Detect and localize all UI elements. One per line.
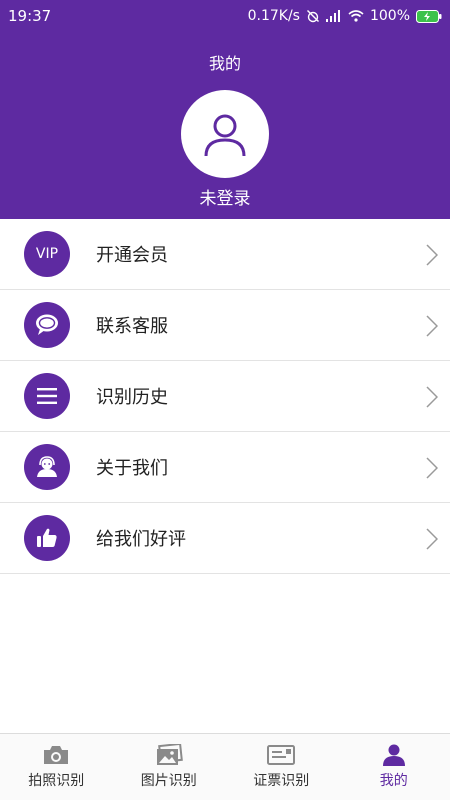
tab-label: 我的 (379, 773, 408, 789)
vip-icon-text: VIP (35, 246, 59, 262)
wifi-icon (348, 10, 364, 22)
chevron-right-icon (426, 528, 438, 550)
chevron-right-icon (426, 457, 438, 479)
status-indicators: 0.17K/s 100% (248, 8, 442, 24)
menu-item-label: 关于我们 (96, 458, 168, 479)
menu-item-label: 联系客服 (96, 316, 168, 337)
person-icon (382, 744, 405, 766)
chat-bubble-icon (24, 302, 70, 348)
chevron-right-icon (426, 244, 438, 266)
tab-image-recognition[interactable]: 图片识别 (113, 734, 226, 800)
menu-item-label: 开通会员 (96, 245, 168, 266)
profile-header: 19:37 0.17K/s 100% 我的 未登录 (0, 0, 450, 219)
support-agent-icon (24, 444, 70, 490)
menu-item-history[interactable]: 识别历史 (0, 361, 450, 432)
bottom-tab-bar: 拍照识别 图片识别 证票识别 我的 (0, 733, 450, 800)
avatar[interactable] (181, 90, 269, 178)
network-speed: 0.17K/s (247, 8, 300, 24)
login-status[interactable]: 未登录 (0, 184, 450, 209)
tab-label: 拍照识别 (28, 773, 85, 789)
tab-label: 图片识别 (140, 773, 197, 789)
menu-item-label: 识别历史 (96, 387, 168, 408)
battery-charging-icon (416, 9, 442, 23)
list-icon (24, 373, 70, 419)
tab-label: 证票识别 (253, 773, 310, 789)
menu-item-label: 给我们好评 (96, 529, 186, 550)
menu-item-customer-service[interactable]: 联系客服 (0, 290, 450, 361)
menu-item-about[interactable]: 关于我们 (0, 432, 450, 503)
tab-photo-recognition[interactable]: 拍照识别 (0, 734, 113, 800)
chevron-right-icon (426, 386, 438, 408)
status-time: 19:37 (8, 7, 52, 25)
alarm-off-icon (306, 10, 319, 23)
tab-mine[interactable]: 我的 (338, 734, 450, 800)
signal-icon (325, 10, 340, 22)
image-icon (156, 744, 183, 765)
thumbs-up-icon (24, 515, 70, 561)
status-bar: 19:37 0.17K/s 100% (0, 0, 450, 32)
menu-item-vip[interactable]: VIP 开通会员 (0, 219, 450, 290)
battery-percent: 100% (369, 8, 410, 24)
menu-item-rate-us[interactable]: 给我们好评 (0, 503, 450, 574)
page-title: 我的 (208, 54, 241, 73)
id-card-icon (267, 745, 296, 765)
vip-icon: VIP (24, 231, 70, 277)
user-outline-icon (204, 114, 246, 157)
camera-icon (44, 746, 69, 764)
tab-id-recognition[interactable]: 证票识别 (225, 734, 338, 800)
menu-list: VIP 开通会员 联系客服 识别历史 关于我们 给我们好评 (0, 219, 450, 574)
chevron-right-icon (426, 315, 438, 337)
